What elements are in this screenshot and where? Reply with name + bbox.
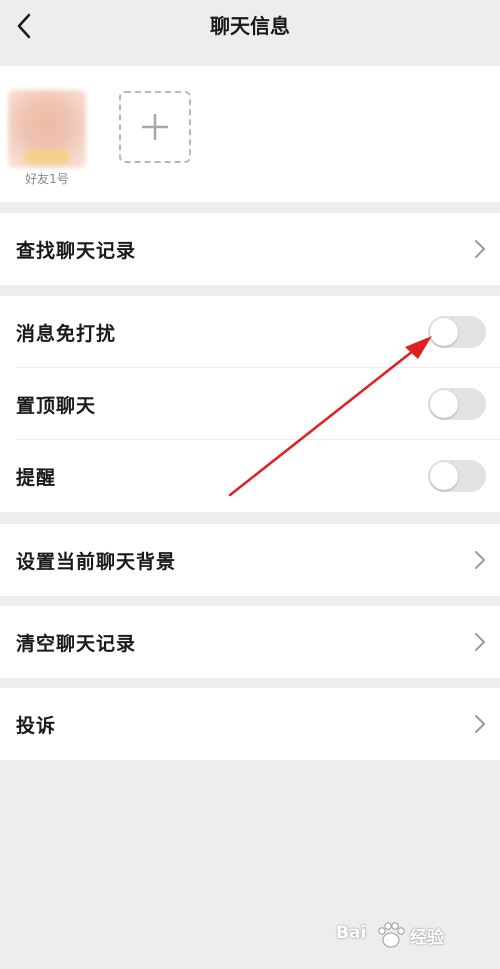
baidu-watermark: Bai 经验 (336, 921, 486, 951)
pin-row: 置顶聊天 (0, 368, 500, 440)
avatar[interactable] (8, 90, 86, 168)
chevron-right-icon (475, 633, 485, 651)
watermark-brand: Bai (336, 923, 367, 943)
set-background-row[interactable]: 设置当前聊天背景 (0, 524, 500, 596)
member-name: 好友1号 (25, 172, 69, 186)
background-card: 设置当前聊天背景 (0, 524, 500, 596)
watermark-suffix: 经验 (410, 928, 444, 948)
mute-row: 消息免打扰 (0, 296, 500, 368)
search-history-row[interactable]: 查找聊天记录 (0, 213, 500, 285)
mute-label: 消息免打扰 (16, 322, 117, 345)
paw-icon (378, 922, 405, 948)
navigation-bar: 聊天信息 (0, 0, 500, 52)
chevron-right-icon (475, 551, 485, 569)
settings-toggle-card: 消息免打扰 置顶聊天 提醒 (0, 296, 500, 512)
members-card: 好友1号 (0, 66, 500, 202)
clear-history-label: 清空聊天记录 (16, 632, 137, 655)
report-label: 投诉 (16, 714, 57, 737)
search-card: 查找聊天记录 (0, 213, 500, 285)
remind-row: 提醒 (0, 440, 500, 512)
pin-label: 置顶聊天 (16, 394, 97, 417)
clear-card: 清空聊天记录 (0, 606, 500, 678)
remind-label: 提醒 (16, 466, 57, 489)
report-card: 投诉 (0, 688, 500, 760)
mute-toggle[interactable] (428, 316, 486, 348)
plus-icon (142, 114, 168, 140)
page-title: 聊天信息 (210, 14, 290, 38)
search-history-label: 查找聊天记录 (16, 239, 137, 262)
remind-toggle[interactable] (428, 460, 486, 492)
report-row[interactable]: 投诉 (0, 688, 500, 760)
pin-toggle[interactable] (428, 388, 486, 420)
toggle-knob (430, 390, 458, 418)
set-background-label: 设置当前聊天背景 (16, 550, 177, 573)
add-member-button[interactable] (119, 91, 191, 163)
chevron-right-icon (475, 240, 485, 258)
toggle-knob (430, 462, 458, 490)
chevron-right-icon (475, 715, 485, 733)
clear-history-row[interactable]: 清空聊天记录 (0, 606, 500, 678)
toggle-knob (430, 318, 458, 346)
